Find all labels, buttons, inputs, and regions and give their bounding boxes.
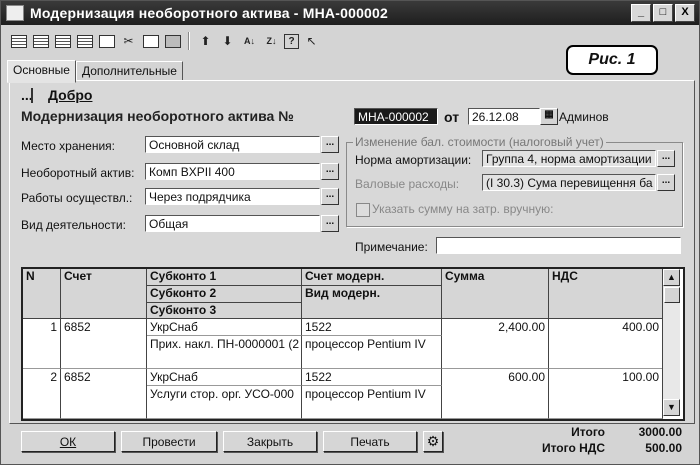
document-window: Модернизация необоротного актива - МНА-0…: [0, 0, 700, 465]
col-header-mod-type[interactable]: Вид модерн.: [302, 286, 442, 319]
row-1-mod-account[interactable]: 1522: [302, 319, 442, 336]
row-2-n[interactable]: 2: [23, 369, 61, 419]
manual-sum-label: Указать сумму на затр. вручную:: [372, 202, 554, 216]
storage-select-button[interactable]: ...: [321, 136, 339, 153]
works-label: Работы осуществл.:: [21, 191, 133, 205]
tab-bar: Основные Дополнительные: [7, 60, 183, 83]
move-up-icon[interactable]: ⬆: [196, 32, 215, 51]
row-1-mod-type[interactable]: процессор Pentium IV: [302, 336, 442, 369]
manual-sum-checkbox[interactable]: [356, 203, 370, 217]
total-vat-value: 500.00: [645, 441, 682, 455]
col-header-vat[interactable]: НДС: [549, 269, 663, 319]
scroll-thumb[interactable]: [664, 287, 680, 303]
document-heading: Модернизация необоротного актива №: [21, 108, 294, 124]
window-title: Модернизация необоротного актива - МНА-0…: [30, 5, 389, 21]
row-1-account[interactable]: 6852: [61, 319, 147, 369]
counterparty-link[interactable]: Добро: [48, 87, 92, 103]
tab-additional[interactable]: Дополнительные: [75, 61, 183, 81]
close-button[interactable]: Закрыть: [223, 431, 317, 452]
ok-button[interactable]: ОК: [21, 431, 115, 452]
table-scrollbar[interactable]: ▲ ▼: [662, 269, 680, 416]
storage-field[interactable]: Основной склад: [145, 136, 320, 153]
note-field[interactable]: [436, 237, 681, 254]
copy-row-icon[interactable]: [31, 32, 50, 51]
date-label: от: [444, 109, 460, 125]
link-separator: [31, 88, 33, 103]
col-header-sum[interactable]: Сумма: [442, 269, 549, 319]
edit-row-icon[interactable]: [53, 32, 72, 51]
row-1-sum[interactable]: 2,400.00: [442, 319, 549, 369]
gross-expenses-select-button[interactable]: ...: [657, 174, 675, 191]
activity-select-button[interactable]: ...: [321, 215, 339, 232]
total-label: Итого: [571, 425, 605, 439]
note-label: Примечание:: [355, 240, 428, 254]
document-number-field[interactable]: МНА-000002: [354, 108, 438, 125]
row-1-subconto-1[interactable]: УкрСнаб: [147, 319, 302, 336]
activity-field[interactable]: Общая: [145, 215, 320, 232]
paste-icon[interactable]: [163, 32, 182, 51]
works-field[interactable]: Через подрядчика: [145, 188, 320, 205]
col-header-mod-account[interactable]: Счет модерн.: [302, 269, 442, 286]
scroll-down-icon[interactable]: ▼: [663, 399, 680, 416]
row-1-subconto-2[interactable]: Прих. накл. ПН-0000001 (2: [147, 336, 302, 369]
row-1-vat[interactable]: 400.00: [549, 319, 663, 369]
title-bar: Модернизация необоротного актива - МНА-0…: [1, 1, 699, 25]
col-header-n[interactable]: N: [23, 269, 61, 319]
end-edit-icon[interactable]: [97, 32, 116, 51]
close-window-button[interactable]: X: [675, 4, 695, 22]
context-help-icon[interactable]: ↖: [302, 32, 321, 51]
col-header-subconto-1[interactable]: Субконто 1: [147, 269, 302, 286]
move-down-icon[interactable]: ⬇: [218, 32, 237, 51]
help-icon[interactable]: ?: [284, 33, 299, 49]
sort-asc-icon[interactable]: A↓: [240, 32, 259, 51]
total-value: 3000.00: [638, 425, 682, 439]
post-button[interactable]: Провести: [121, 431, 217, 452]
col-header-account[interactable]: Счет: [61, 269, 147, 319]
col-header-subconto-3[interactable]: Субконто 3: [147, 303, 302, 319]
row-2-subconto-1[interactable]: УкрСнаб: [147, 369, 302, 386]
maximize-button[interactable]: □: [653, 4, 673, 22]
activity-label: Вид деятельности:: [21, 218, 126, 232]
amortization-rate-select-button[interactable]: ...: [657, 150, 675, 167]
works-select-button[interactable]: ...: [321, 188, 339, 205]
row-2-account[interactable]: 6852: [61, 369, 147, 419]
row-1-n[interactable]: 1: [23, 319, 61, 369]
author-name: Админов: [559, 110, 609, 124]
cut-icon[interactable]: ✂: [119, 32, 138, 51]
figure-label: Рис. 1: [566, 45, 658, 75]
row-2-vat[interactable]: 100.00: [549, 369, 663, 419]
amortization-rate-field[interactable]: Группа 4, норма амортизации: [482, 150, 656, 167]
date-field[interactable]: 26.12.08: [468, 108, 540, 125]
asset-select-button[interactable]: ...: [321, 163, 339, 180]
calendar-icon[interactable]: ▦: [540, 108, 558, 125]
insert-icon[interactable]: [141, 32, 160, 51]
document-icon: [6, 5, 24, 21]
row-2-mod-type[interactable]: процессор Pentium IV: [302, 386, 442, 419]
scroll-up-icon[interactable]: ▲: [663, 269, 680, 286]
print-button[interactable]: Печать: [323, 431, 417, 452]
storage-label: Место хранения:: [21, 139, 115, 153]
amortization-rate-label: Норма амортизации:: [355, 153, 472, 167]
gross-expenses-label: Валовые расходы:: [355, 177, 460, 191]
sort-desc-icon[interactable]: Z↓: [262, 32, 281, 51]
total-vat-label: Итого НДС: [541, 441, 605, 455]
row-2-subconto-2[interactable]: Услуги стор. орг. УСО-000: [147, 386, 302, 419]
delete-row-icon[interactable]: [75, 32, 94, 51]
row-2-mod-account[interactable]: 1522: [302, 369, 442, 386]
tax-group-title: Изменение бал. стоимости (налоговый учет…: [353, 135, 606, 149]
toolbar-separator: [188, 32, 190, 50]
asset-label: Необоротный актив:: [21, 166, 135, 180]
minimize-button[interactable]: _: [631, 4, 651, 22]
col-header-subconto-2[interactable]: Субконто 2: [147, 286, 302, 303]
settings-wheel-icon[interactable]: ⚙: [423, 431, 443, 452]
row-2-sum[interactable]: 600.00: [442, 369, 549, 419]
tab-main[interactable]: Основные: [7, 60, 76, 83]
new-row-icon[interactable]: [9, 32, 28, 51]
asset-field[interactable]: Комп BXPII 400: [145, 163, 320, 180]
items-table: N Счет Субконто 1 Субконто 2 Субконто 3 …: [21, 267, 685, 421]
gross-expenses-field[interactable]: (I 30.3) Сума перевищення ба: [482, 174, 656, 191]
